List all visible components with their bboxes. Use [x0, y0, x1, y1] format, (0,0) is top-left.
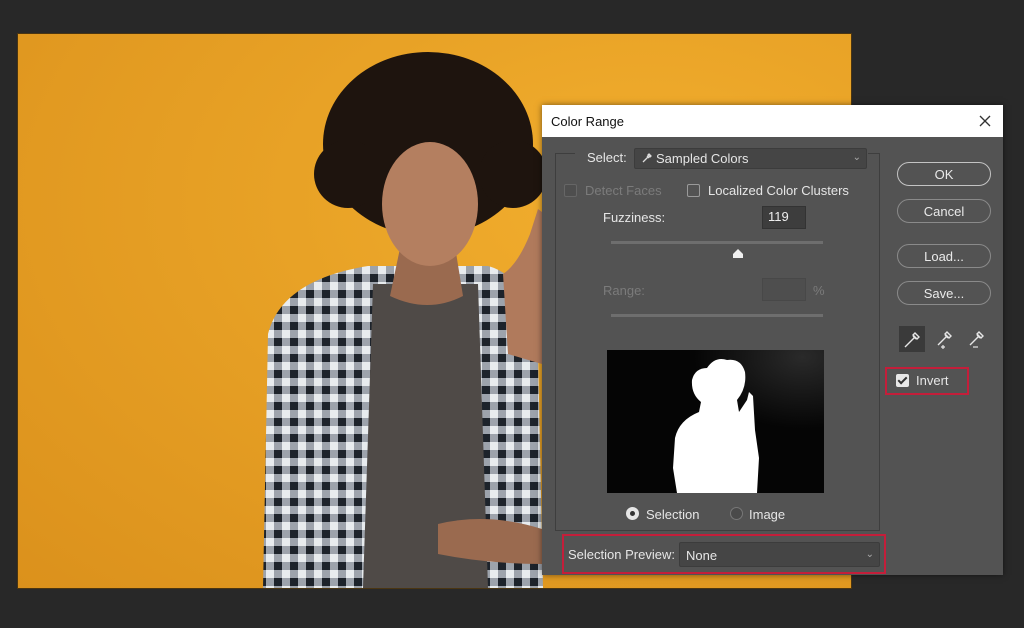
selection-preview-dropdown[interactable]: None ⌄	[679, 542, 880, 567]
ok-button[interactable]: OK	[897, 162, 991, 186]
dialog-title: Color Range	[551, 114, 624, 129]
range-label: Range:	[603, 283, 645, 298]
mask-silhouette	[607, 350, 824, 493]
range-input[interactable]	[762, 278, 806, 301]
fuzziness-label: Fuzziness:	[603, 210, 666, 225]
eyedropper-add-icon	[937, 331, 952, 349]
fuzziness-slider-track[interactable]	[611, 241, 823, 244]
raised-hand	[503, 209, 542, 364]
select-value: Sampled Colors	[641, 151, 749, 166]
localized-color-clusters-checkbox[interactable]	[687, 184, 700, 197]
eyedropper-icon	[642, 153, 652, 163]
close-button[interactable]	[973, 109, 997, 133]
invert-checkbox[interactable]	[896, 374, 909, 387]
select-label: Select:	[587, 150, 627, 165]
invert-label: Invert	[916, 373, 949, 388]
load-button[interactable]: Load...	[897, 244, 991, 268]
image-radio-label: Image	[749, 507, 786, 522]
image-radio[interactable]	[730, 507, 743, 520]
save-button[interactable]: Save...	[897, 281, 991, 305]
select-value-text: Sampled Colors	[656, 151, 749, 166]
range-unit: %	[813, 283, 825, 298]
dialog-titlebar[interactable]: Color Range	[542, 105, 1003, 137]
eyedropper-icon	[904, 332, 920, 348]
chevron-down-icon: ⌄	[852, 152, 861, 163]
chevron-down-icon: ⌄	[865, 549, 874, 560]
detect-faces-checkbox[interactable]	[564, 184, 577, 197]
eyedropper-subtract-tool[interactable]	[963, 326, 989, 352]
face	[382, 142, 478, 266]
color-range-dialog: Color Range Select: Sampled Colors ⌄ Det…	[542, 105, 1003, 575]
close-icon	[979, 115, 991, 127]
range-slider-track[interactable]	[611, 314, 823, 317]
selection-preview-value: None	[686, 548, 718, 563]
selection-radio[interactable]	[626, 507, 639, 520]
selection-radio-label: Selection	[646, 507, 700, 522]
detect-faces-label: Detect Faces	[585, 183, 662, 198]
selection-preview-thumbnail	[607, 350, 824, 493]
eyedropper-subtract-icon	[969, 331, 984, 348]
eyedropper-tool[interactable]	[899, 326, 925, 352]
eyedropper-add-tool[interactable]	[931, 326, 957, 352]
fuzziness-slider-thumb[interactable]	[733, 249, 744, 258]
localized-color-clusters-label: Localized Color Clusters	[708, 183, 849, 198]
select-dropdown[interactable]: Sampled Colors ⌄	[634, 148, 867, 169]
selection-preview-label: Selection Preview:	[568, 547, 675, 562]
fuzziness-input[interactable]: 119	[762, 206, 806, 229]
cancel-button[interactable]: Cancel	[897, 199, 991, 223]
